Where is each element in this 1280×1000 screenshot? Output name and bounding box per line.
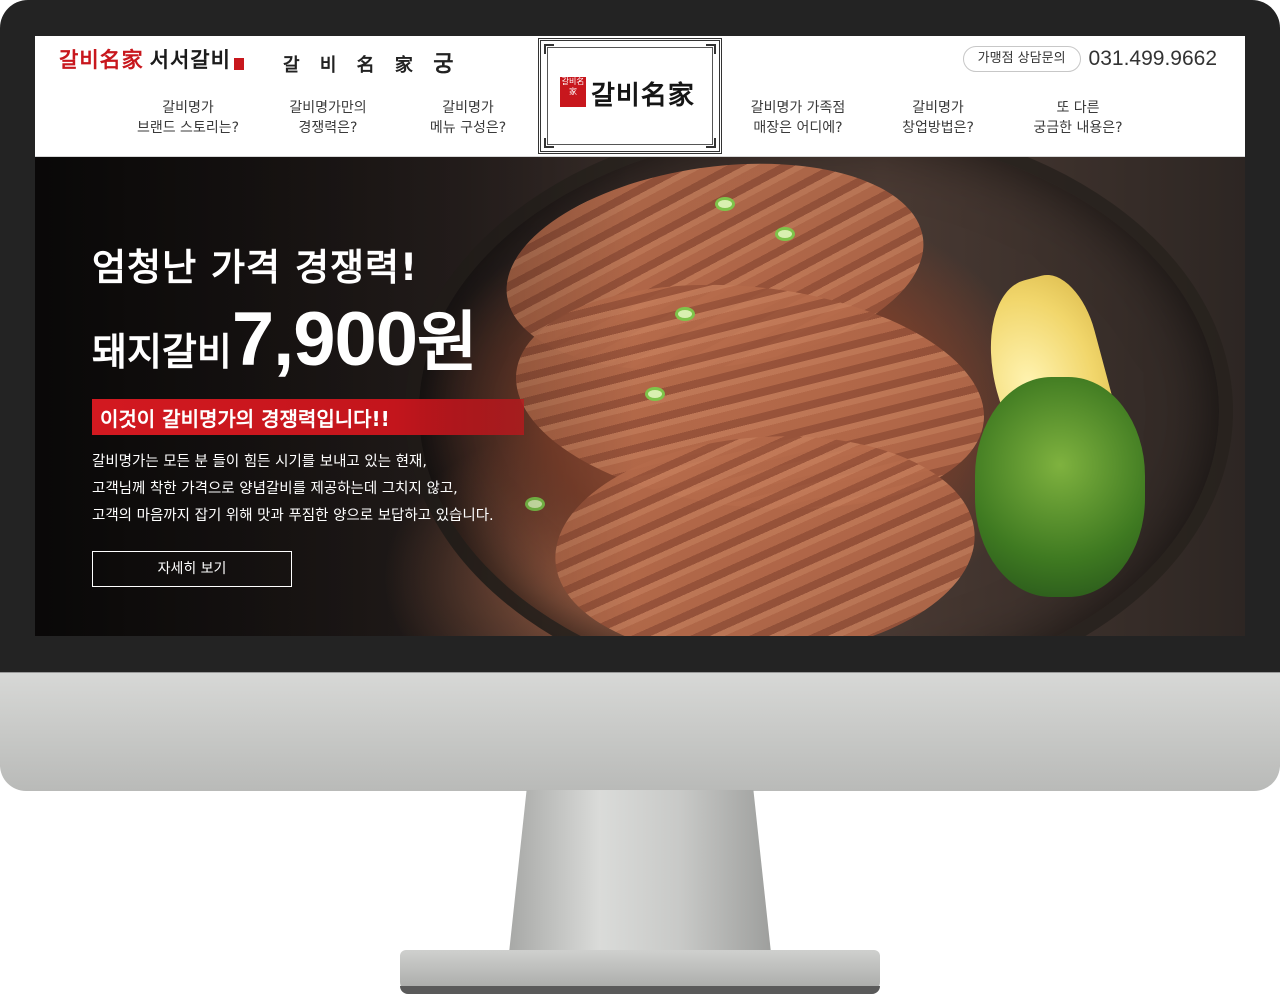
nav-item-stores[interactable]: 갈비명가 가족점 매장은 어디에? bbox=[723, 98, 873, 138]
green-onion-garnish bbox=[675, 307, 695, 321]
website-screen: 갈비名家 서서갈비 갈 비 名 家 궁 가맹점 상담문의 031.499.9662… bbox=[35, 36, 1245, 636]
brand-logo-galbi-gung[interactable]: 갈 비 名 家 궁 bbox=[283, 46, 460, 78]
brand-logo-sub-text: 서서갈비 bbox=[149, 47, 231, 72]
brand-logo-seoseo-galbi[interactable]: 갈비名家 서서갈비 bbox=[59, 44, 244, 74]
frame-corner-icon bbox=[706, 138, 716, 148]
logo-name: 갈비名家 bbox=[591, 81, 695, 111]
nav-item-line2: 매장은 어디에? bbox=[753, 120, 843, 136]
hero-description-line: 고객님께 착한 가격으로 양념갈비를 제공하는데 그치지 않고, bbox=[92, 481, 458, 497]
monitor-chin bbox=[0, 672, 1280, 791]
green-onion-garnish bbox=[645, 387, 665, 401]
frame-corner-icon bbox=[706, 44, 716, 54]
hero-price-line: 돼지갈비7,900원 bbox=[92, 289, 478, 385]
nav-item-line1: 갈비명가 bbox=[162, 100, 214, 116]
nav-item-line1: 갈비명가만의 bbox=[289, 100, 367, 116]
hero-product: 돼지갈비 bbox=[92, 330, 232, 374]
nav-item-line1: 갈비명가 가족점 bbox=[750, 100, 846, 116]
frame-corner-icon bbox=[544, 138, 554, 148]
brand-seal-icon bbox=[233, 58, 244, 70]
hero-description-line: 고객의 마음까지 잡기 위해 맛과 푸짐한 양으로 보답하고 있습니다. bbox=[92, 508, 494, 524]
hero-ribbon-text: 이것이 갈비명가의 경쟁력입니다!! bbox=[100, 407, 390, 431]
center-brand-logo[interactable]: 갈비名家 갈비名家 bbox=[538, 38, 722, 154]
consult-phone-number[interactable]: 031.499.9662 bbox=[1089, 47, 1217, 71]
hero-currency: 원 bbox=[417, 304, 478, 381]
nav-item-faq[interactable]: 또 다른 궁금한 내용은? bbox=[1003, 98, 1153, 138]
monitor-stand-base-edge bbox=[400, 986, 880, 994]
brand-logo-second-text: 갈 비 名 家 bbox=[283, 55, 420, 76]
green-onion-garnish bbox=[715, 197, 735, 211]
frame-corner-icon bbox=[544, 44, 554, 54]
franchise-consult: 가맹점 상담문의 031.499.9662 bbox=[962, 46, 1217, 72]
nav-item-line1: 갈비명가 bbox=[442, 100, 494, 116]
nav-item-brand-story[interactable]: 갈비명가 브랜드 스토리는? bbox=[113, 98, 263, 138]
nav-item-line1: 또 다른 bbox=[1056, 100, 1100, 116]
hero-description-line: 갈비명가는 모든 분 들이 힘든 시기를 보내고 있는 현재, bbox=[92, 454, 427, 470]
hero-description: 갈비명가는 모든 분 들이 힘든 시기를 보내고 있는 현재, 고객님께 착한 … bbox=[92, 449, 494, 530]
nav-item-competitiveness[interactable]: 갈비명가만의 경쟁력은? bbox=[253, 98, 403, 138]
green-onion-garnish bbox=[775, 227, 795, 241]
nav-item-line2: 궁금한 내용은? bbox=[1033, 120, 1123, 136]
brand-logo-second-mark: 궁 bbox=[433, 51, 461, 77]
nav-item-startup[interactable]: 갈비명가 창업방법은? bbox=[863, 98, 1013, 138]
hero-price: 7,900 bbox=[231, 297, 418, 382]
nav-item-line2: 경쟁력은? bbox=[298, 120, 358, 136]
logo-seal: 갈비名家 bbox=[560, 77, 586, 107]
hero-headline: 엄청난 가격 경쟁력! bbox=[92, 246, 418, 289]
nav-item-line1: 갈비명가 bbox=[912, 100, 964, 116]
lettuce-garnish-image bbox=[975, 377, 1145, 597]
hero-banner: 엄청난 가격 경쟁력! 돼지갈비7,900원 이것이 갈비명가의 경쟁력입니다!… bbox=[35, 157, 1245, 636]
nav-item-menu[interactable]: 갈비명가 메뉴 구성은? bbox=[393, 98, 543, 138]
view-details-button[interactable]: 자세히 보기 bbox=[92, 551, 292, 587]
brand-logo-main-text: 갈비名家 bbox=[59, 47, 144, 72]
nav-item-line2: 창업방법은? bbox=[902, 120, 974, 136]
nav-item-line2: 메뉴 구성은? bbox=[429, 120, 507, 136]
hero-ribbon: 이것이 갈비명가의 경쟁력입니다!! bbox=[92, 399, 524, 435]
franchise-consult-button[interactable]: 가맹점 상담문의 bbox=[962, 46, 1081, 72]
nav-item-line2: 브랜드 스토리는? bbox=[136, 120, 240, 136]
